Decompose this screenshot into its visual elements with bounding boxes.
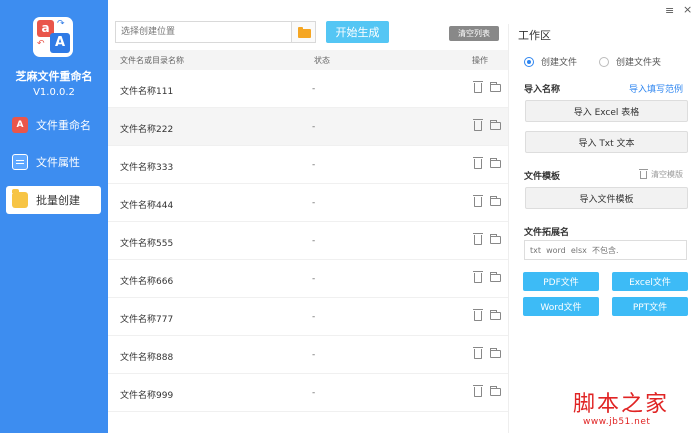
delete-icon[interactable] [473, 119, 483, 131]
column-header-status: 状态 [314, 56, 330, 65]
row-name: 文件名称555 [120, 239, 174, 249]
row-status: - [312, 198, 316, 208]
row-name: 文件名称999 [120, 391, 174, 401]
document-icon [12, 154, 28, 170]
pdf-file-button[interactable]: PDF文件 [523, 272, 599, 291]
import-example-link[interactable]: 导入填写范例 [629, 82, 683, 95]
open-folder-icon[interactable] [490, 348, 501, 358]
extension-input[interactable] [524, 240, 687, 260]
radio-label: 创建文件 [541, 58, 578, 68]
import-excel-button[interactable]: 导入 Excel 表格 [525, 100, 688, 122]
row-name: 文件名称222 [120, 125, 174, 135]
column-header-actions: 操作 [472, 56, 488, 65]
row-status: - [312, 122, 316, 132]
table-row[interactable]: 文件名称222 - [108, 108, 508, 146]
table-row[interactable]: 文件名称888 - [108, 336, 508, 374]
sidebar: a A ↷ ↶ 芝麻文件重命名 V1.0.0.2 A 文件重命名 文件属性 批量… [0, 0, 108, 433]
trash-icon [639, 168, 648, 179]
radio-unchecked-icon [599, 56, 609, 67]
table-row[interactable]: 文件名称777 - [108, 298, 508, 336]
delete-icon[interactable] [473, 157, 483, 169]
start-generate-button[interactable]: 开始生成 [326, 21, 389, 43]
delete-icon[interactable] [473, 195, 483, 207]
open-folder-icon[interactable] [490, 234, 501, 244]
table-row[interactable]: 文件名称111 - [108, 70, 508, 108]
delete-icon[interactable] [473, 81, 483, 93]
ppt-file-button[interactable]: PPT文件 [612, 297, 688, 316]
clear-template-button[interactable]: 清空模版 [639, 168, 683, 180]
sidebar-item-rename[interactable]: A 文件重命名 [6, 111, 101, 139]
open-folder-icon[interactable] [490, 386, 501, 396]
clear-template-label: 清空模版 [651, 170, 683, 179]
open-folder-icon[interactable] [490, 310, 501, 320]
sidebar-item-label: 批量创建 [36, 194, 80, 207]
row-name: 文件名称666 [120, 277, 174, 287]
table-row[interactable]: 文件名称444 - [108, 184, 508, 222]
browse-folder-button[interactable] [291, 21, 316, 43]
import-names-label: 导入名称 [524, 85, 561, 95]
row-status: - [312, 274, 316, 284]
open-folder-icon[interactable] [490, 158, 501, 168]
radio-create-file[interactable]: 创建文件 [524, 55, 577, 68]
menu-icon[interactable]: ≡ [665, 4, 674, 17]
watermark-logo: 脚本之家 [573, 392, 670, 417]
row-status: - [312, 236, 316, 246]
rename-icon: A [12, 117, 28, 133]
clear-list-button[interactable]: 清空列表 [449, 26, 499, 41]
folder-icon [298, 27, 311, 38]
word-file-button[interactable]: Word文件 [523, 297, 599, 316]
delete-icon[interactable] [473, 233, 483, 245]
open-folder-icon[interactable] [490, 272, 501, 282]
radio-checked-icon [524, 56, 534, 67]
open-folder-icon[interactable] [490, 82, 501, 92]
app-version: V1.0.0.2 [33, 87, 75, 98]
row-status: - [312, 84, 316, 94]
row-status: - [312, 312, 316, 322]
app-window: a A ↷ ↶ 芝麻文件重命名 V1.0.0.2 A 文件重命名 文件属性 批量… [0, 0, 700, 433]
row-name: 文件名称111 [120, 87, 174, 97]
sidebar-item-attributes[interactable]: 文件属性 [6, 148, 101, 176]
sidebar-item-batch-create[interactable]: 批量创建 [6, 186, 101, 214]
delete-icon[interactable] [473, 347, 483, 359]
radio-label: 创建文件夹 [616, 58, 662, 68]
row-status: - [312, 388, 316, 398]
sidebar-item-label: 文件属性 [36, 156, 80, 169]
app-name: 芝麻文件重命名 [15, 70, 93, 83]
delete-icon[interactable] [473, 309, 483, 321]
row-name: 文件名称333 [120, 163, 174, 173]
row-name: 文件名称444 [120, 201, 174, 211]
table-row[interactable]: 文件名称333 - [108, 146, 508, 184]
import-txt-button[interactable]: 导入 Txt 文本 [525, 131, 688, 153]
arrow-icon: ↷ [57, 19, 65, 29]
open-folder-icon[interactable] [490, 120, 501, 130]
close-icon[interactable]: × [683, 3, 692, 16]
table-row[interactable]: 文件名称666 - [108, 260, 508, 298]
table-row[interactable]: 文件名称555 - [108, 222, 508, 260]
logo-letter-A: A [50, 33, 70, 53]
table-row[interactable]: 文件名称999 - [108, 374, 508, 412]
open-folder-icon[interactable] [490, 196, 501, 206]
row-status: - [312, 160, 316, 170]
template-label: 文件模板 [524, 172, 561, 182]
folder-icon [12, 189, 28, 208]
excel-file-button[interactable]: Excel文件 [612, 272, 688, 291]
radio-create-folder[interactable]: 创建文件夹 [599, 55, 661, 68]
panel-title: 工作区 [518, 29, 551, 42]
column-header-name: 文件名或目录名称 [120, 56, 184, 65]
sidebar-item-label: 文件重命名 [36, 119, 91, 132]
import-template-button[interactable]: 导入文件模板 [525, 187, 688, 209]
delete-icon[interactable] [473, 271, 483, 283]
row-name: 文件名称777 [120, 315, 174, 325]
row-name: 文件名称888 [120, 353, 174, 363]
extension-label: 文件拓展名 [524, 228, 570, 238]
arrow-icon: ↶ [37, 39, 45, 49]
table-header: 文件名或目录名称 状态 操作 [108, 50, 508, 70]
app-logo-icon: a A ↷ ↶ [33, 17, 73, 57]
location-input[interactable] [115, 21, 291, 43]
row-status: - [312, 350, 316, 360]
delete-icon[interactable] [473, 385, 483, 397]
watermark-url: www.jb51.net [583, 417, 651, 427]
